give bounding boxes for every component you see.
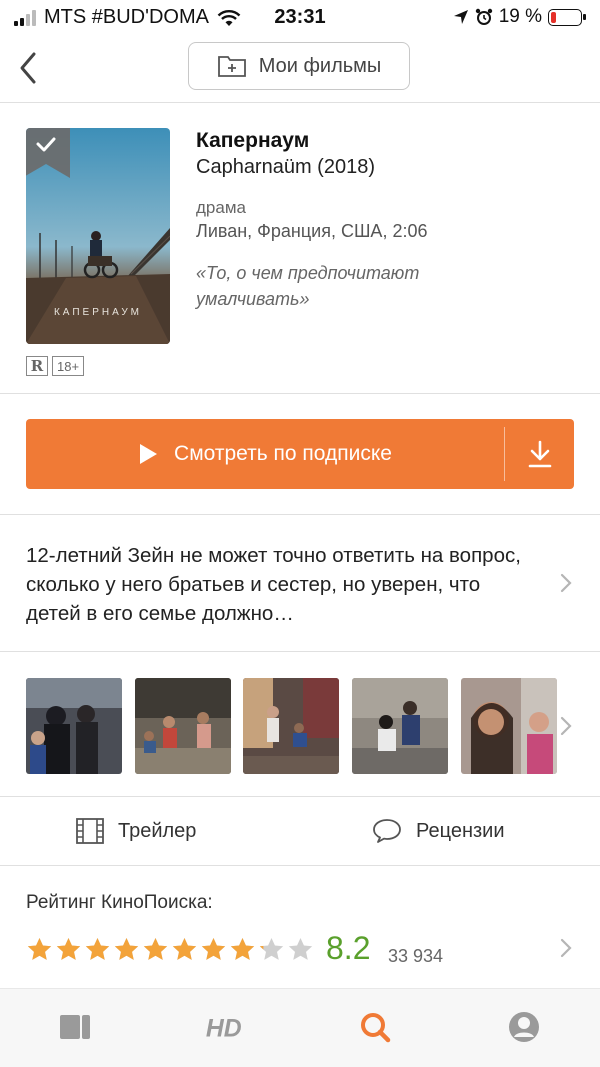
still-thumbnail (243, 678, 339, 774)
hd-tab[interactable]: HD (204, 1007, 244, 1047)
rating-value: 8.2 (326, 930, 371, 966)
still-image[interactable] (26, 678, 122, 774)
stills-gallery (0, 652, 600, 797)
star-icon (85, 937, 110, 960)
rating-votes: 33 934 (388, 946, 444, 966)
links-row: Трейлер Рецензии (0, 797, 600, 866)
star-icon (143, 937, 168, 960)
trailer-link[interactable]: Трейлер (76, 797, 196, 865)
watch-section: Смотреть по подписке (0, 394, 600, 515)
movie-header: КАПЕРНАУМ R 18+ Капернаум Capharnaüm (20… (0, 103, 600, 394)
status-bar: MTS #BUD'DOMA 23:31 19 % (0, 0, 600, 34)
hd-icon: HD (206, 1016, 242, 1042)
my-films-button[interactable]: Мои фильмы (188, 42, 410, 90)
search-icon (361, 1013, 391, 1043)
location-arrow-icon (453, 10, 468, 24)
folder-add-icon (217, 56, 246, 77)
still-image[interactable] (243, 678, 339, 774)
profile-tab[interactable] (504, 1007, 544, 1047)
synopsis-text: 12-летний Зейн не может точно ответить н… (26, 544, 521, 625)
tab-bar: HD (0, 988, 600, 1067)
star-icon (201, 937, 226, 960)
svg-text:HD: HD (206, 1016, 242, 1042)
status-right: 19 % (453, 6, 586, 28)
speech-bubble-icon (373, 819, 401, 843)
rating-stars (26, 936, 314, 962)
chevron-right-icon (560, 573, 572, 593)
bookmark-check-icon[interactable] (26, 128, 70, 178)
back-button[interactable] (10, 46, 50, 90)
user-icon (509, 1012, 539, 1042)
library-tab[interactable] (55, 1007, 95, 1047)
reviews-label: Рецензии (416, 819, 505, 842)
alarm-icon (475, 8, 492, 25)
still-thumbnail (352, 678, 448, 774)
book-icon (60, 1015, 90, 1039)
play-icon (140, 444, 158, 464)
still-image[interactable] (135, 678, 231, 774)
trailer-label: Трейлер (118, 819, 197, 842)
film-strip-icon (76, 818, 104, 844)
age-rating-badge: 18+ (52, 356, 85, 376)
chevron-right-icon (560, 938, 572, 958)
movie-countries-duration: Ливан, Франция, США, 2:06 (196, 221, 428, 241)
search-tab[interactable] (355, 1007, 395, 1047)
reviews-link[interactable]: Рецензии (372, 797, 505, 865)
battery-fill (551, 11, 556, 23)
movie-tagline: «То, о чем предпочитают умалчивать» (196, 263, 420, 309)
star-icon (56, 937, 81, 960)
battery-percent: 19 % (498, 6, 542, 27)
star-icon (172, 937, 197, 960)
still-thumbnail (461, 678, 557, 774)
synopsis-section[interactable]: 12-летний Зейн не может точно ответить н… (0, 515, 600, 652)
still-thumbnail (135, 678, 231, 774)
kinopoisk-rating[interactable]: Рейтинг КиноПоиска: 8.2 33 934 (0, 866, 600, 988)
movie-title: Капернаум (196, 129, 310, 152)
download-button[interactable] (505, 419, 574, 489)
rating-label: Рейтинг КиноПоиска: (26, 892, 213, 913)
chevron-right-icon[interactable] (560, 716, 572, 736)
still-thumbnail (26, 678, 122, 774)
mpaa-rating-badge: R (26, 356, 48, 376)
star-icon (288, 937, 313, 960)
movie-poster[interactable]: КАПЕРНАУМ (26, 128, 170, 344)
battery-icon (548, 8, 586, 26)
watch-label: Смотреть по подписке (174, 442, 392, 465)
my-films-label: Мои фильмы (258, 54, 382, 77)
movie-genre: драма (196, 198, 246, 217)
movie-original-title: Capharnaüm (2018) (196, 156, 375, 178)
star-icon (259, 937, 284, 960)
poster-title: КАПЕРНАУМ (53, 307, 143, 318)
download-icon (528, 440, 551, 468)
chevron-left-icon (20, 52, 36, 84)
nav-bar: Мои фильмы (0, 34, 600, 103)
watch-subscription-button[interactable]: Смотреть по подписке (26, 419, 504, 489)
still-image[interactable] (352, 678, 448, 774)
watch-button-group: Смотреть по подписке (26, 419, 574, 489)
star-icon (114, 937, 139, 960)
star-icon (230, 937, 255, 960)
content-rating-badges: R 18+ (26, 356, 85, 376)
still-image[interactable] (461, 678, 557, 774)
star-icon (27, 937, 52, 960)
